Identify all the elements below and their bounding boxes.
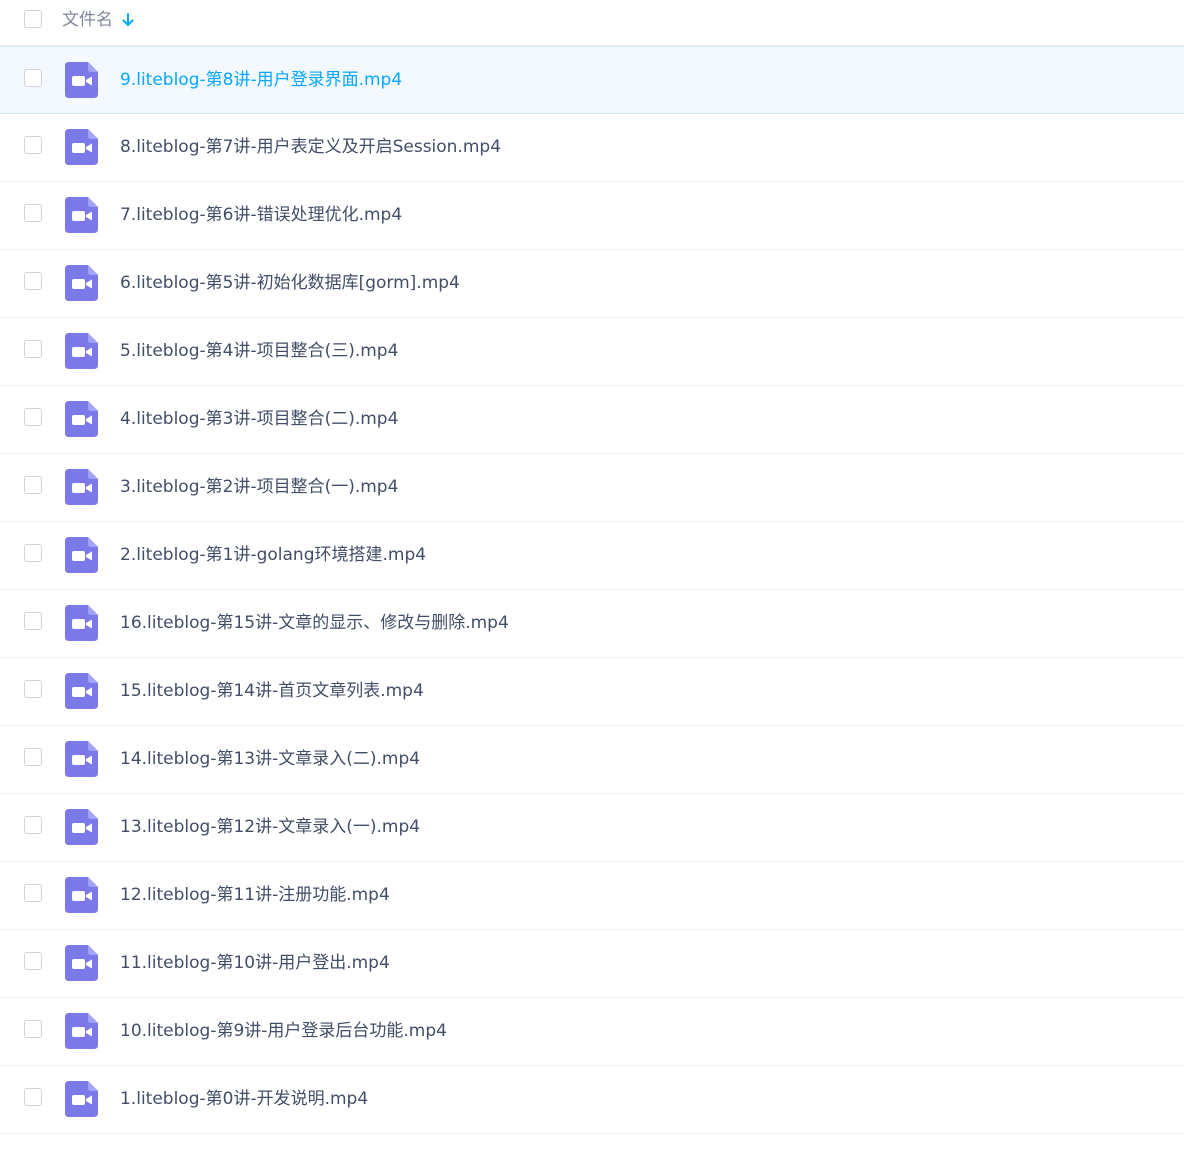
file-name[interactable]: 3.liteblog-第2讲-项目整合(一).mp4 (120, 474, 398, 500)
file-name[interactable]: 14.liteblog-第13讲-文章录入(二).mp4 (120, 746, 420, 772)
file-row[interactable]: 12.liteblog-第11讲-注册功能.mp4 (0, 862, 1184, 930)
file-name[interactable]: 2.liteblog-第1讲-golang环境搭建.mp4 (120, 542, 426, 568)
file-name[interactable]: 13.liteblog-第12讲-文章录入(一).mp4 (120, 814, 420, 840)
row-checkbox[interactable] (24, 884, 42, 902)
file-row[interactable]: 7.liteblog-第6讲-错误处理优化.mp4 (0, 182, 1184, 250)
row-checkbox[interactable] (24, 952, 42, 970)
video-file-icon (65, 401, 98, 437)
video-file-icon (65, 62, 98, 98)
file-name[interactable]: 4.liteblog-第3讲-项目整合(二).mp4 (120, 406, 398, 432)
file-row[interactable]: 10.liteblog-第9讲-用户登录后台功能.mp4 (0, 998, 1184, 1066)
file-name[interactable]: 12.liteblog-第11讲-注册功能.mp4 (120, 882, 390, 908)
row-checkbox[interactable] (24, 69, 42, 87)
video-file-icon (65, 197, 98, 233)
file-name[interactable]: 8.liteblog-第7讲-用户表定义及开启Session.mp4 (120, 134, 501, 160)
file-name[interactable]: 5.liteblog-第4讲-项目整合(三).mp4 (120, 338, 398, 364)
file-row[interactable]: 6.liteblog-第5讲-初始化数据库[gorm].mp4 (0, 250, 1184, 318)
file-list: 文件名 9.liteblog-第8讲-用户登录界面.mp4 8.liteblog… (0, 0, 1184, 1134)
row-checkbox[interactable] (24, 612, 42, 630)
file-row[interactable]: 9.liteblog-第8讲-用户登录界面.mp4 (0, 46, 1184, 114)
row-checkbox[interactable] (24, 544, 42, 562)
video-file-icon (65, 265, 98, 301)
file-row[interactable]: 3.liteblog-第2讲-项目整合(一).mp4 (0, 454, 1184, 522)
file-name[interactable]: 6.liteblog-第5讲-初始化数据库[gorm].mp4 (120, 270, 460, 296)
file-name[interactable]: 1.liteblog-第0讲-开发说明.mp4 (120, 1086, 368, 1112)
row-checkbox[interactable] (24, 1020, 42, 1038)
select-all-checkbox[interactable] (24, 10, 42, 28)
file-rows: 9.liteblog-第8讲-用户登录界面.mp4 8.liteblog-第7讲… (0, 46, 1184, 1134)
row-checkbox[interactable] (24, 340, 42, 358)
video-file-icon (65, 741, 98, 777)
row-checkbox[interactable] (24, 476, 42, 494)
file-row[interactable]: 4.liteblog-第3讲-项目整合(二).mp4 (0, 386, 1184, 454)
row-checkbox[interactable] (24, 408, 42, 426)
video-file-icon (65, 877, 98, 913)
file-row[interactable]: 2.liteblog-第1讲-golang环境搭建.mp4 (0, 522, 1184, 590)
video-file-icon (65, 129, 98, 165)
file-name[interactable]: 11.liteblog-第10讲-用户登出.mp4 (120, 950, 390, 976)
file-list-header: 文件名 (0, 0, 1184, 46)
video-file-icon (65, 1013, 98, 1049)
row-checkbox[interactable] (24, 204, 42, 222)
file-name[interactable]: 7.liteblog-第6讲-错误处理优化.mp4 (120, 202, 402, 228)
file-name[interactable]: 16.liteblog-第15讲-文章的显示、修改与删除.mp4 (120, 610, 509, 636)
filename-column-header[interactable]: 文件名 (62, 8, 135, 32)
video-file-icon (65, 469, 98, 505)
file-name[interactable]: 9.liteblog-第8讲-用户登录界面.mp4 (120, 67, 402, 93)
video-file-icon (65, 673, 98, 709)
file-row[interactable]: 16.liteblog-第15讲-文章的显示、修改与删除.mp4 (0, 590, 1184, 658)
file-name[interactable]: 15.liteblog-第14讲-首页文章列表.mp4 (120, 678, 424, 704)
row-checkbox[interactable] (24, 1088, 42, 1106)
file-row[interactable]: 13.liteblog-第12讲-文章录入(一).mp4 (0, 794, 1184, 862)
row-checkbox[interactable] (24, 272, 42, 290)
file-name[interactable]: 10.liteblog-第9讲-用户登录后台功能.mp4 (120, 1018, 447, 1044)
video-file-icon (65, 333, 98, 369)
file-row[interactable]: 15.liteblog-第14讲-首页文章列表.mp4 (0, 658, 1184, 726)
video-file-icon (65, 945, 98, 981)
file-row[interactable]: 11.liteblog-第10讲-用户登出.mp4 (0, 930, 1184, 998)
row-checkbox[interactable] (24, 748, 42, 766)
file-row[interactable]: 8.liteblog-第7讲-用户表定义及开启Session.mp4 (0, 114, 1184, 182)
video-file-icon (65, 809, 98, 845)
row-checkbox[interactable] (24, 816, 42, 834)
video-file-icon (65, 1081, 98, 1117)
filename-column-label: 文件名 (62, 10, 113, 30)
file-row[interactable]: 14.liteblog-第13讲-文章录入(二).mp4 (0, 726, 1184, 794)
video-file-icon (65, 537, 98, 573)
video-file-icon (65, 605, 98, 641)
file-row[interactable]: 1.liteblog-第0讲-开发说明.mp4 (0, 1066, 1184, 1134)
row-checkbox[interactable] (24, 136, 42, 154)
file-row[interactable]: 5.liteblog-第4讲-项目整合(三).mp4 (0, 318, 1184, 386)
arrow-down-icon[interactable] (121, 12, 135, 28)
row-checkbox[interactable] (24, 680, 42, 698)
